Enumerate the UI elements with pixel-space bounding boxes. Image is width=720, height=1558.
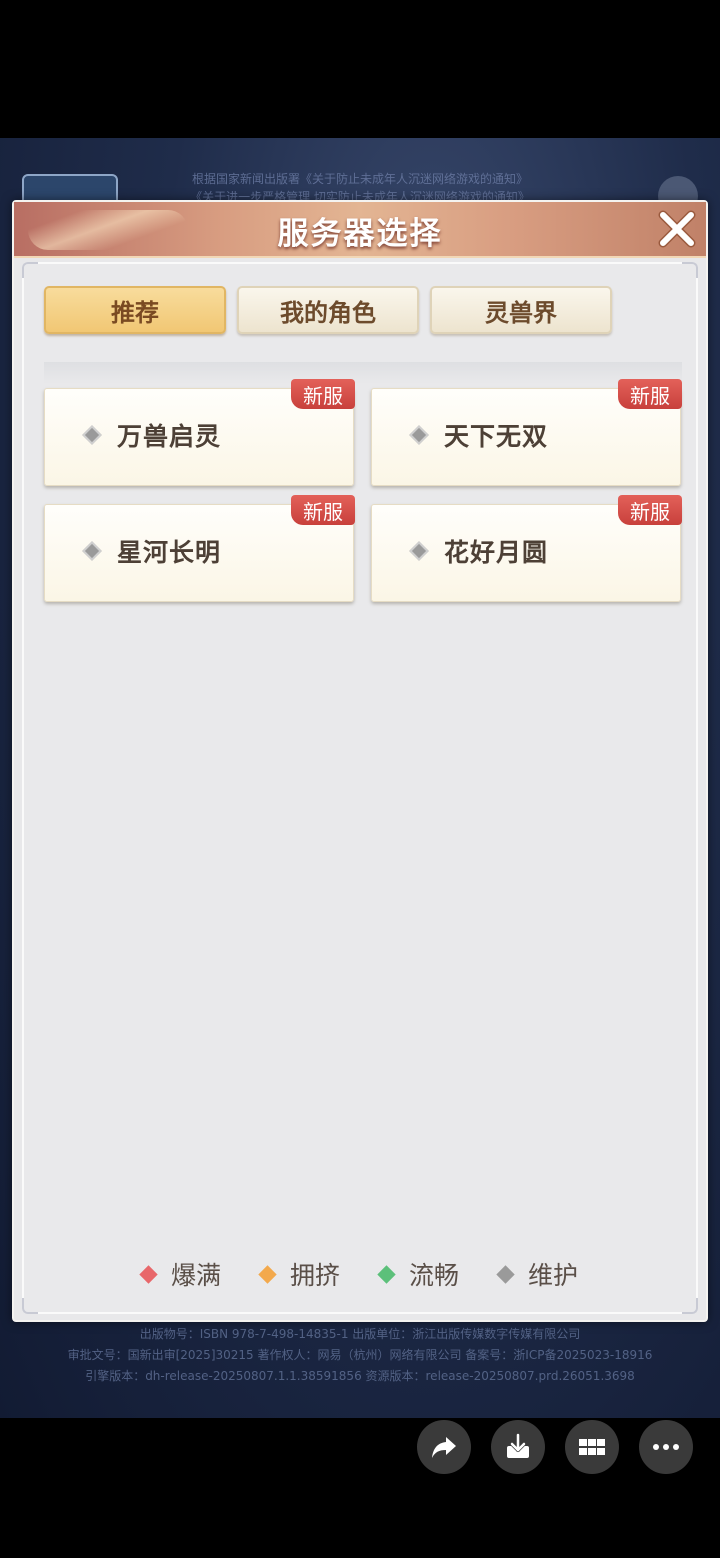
tab-spirit-beast-realm[interactable]: 灵兽界: [430, 286, 612, 334]
more-icon: [653, 1444, 679, 1450]
share-button[interactable]: [417, 1420, 471, 1474]
server-card[interactable]: 星河长明 新服: [44, 495, 355, 602]
download-button[interactable]: [491, 1420, 545, 1474]
new-server-badge: 新服: [291, 379, 355, 409]
apps-button[interactable]: [565, 1420, 619, 1474]
legend-item-full: 爆满: [139, 1256, 221, 1292]
legend-label: 爆满: [170, 1261, 221, 1290]
status-icon: [82, 541, 102, 561]
list-header-strip: [44, 362, 682, 384]
footer-line-3: 引擎版本：dh-release-20250807.1.1.38591856 资源…: [85, 1369, 635, 1383]
server-card[interactable]: 万兽启灵 新服: [44, 379, 355, 486]
status-icon: [409, 425, 429, 445]
server-card[interactable]: 天下无双 新服: [371, 379, 682, 486]
notice-line-1: 根据国家新闻出版署《关于防止未成年人沉迷网络游戏的通知》: [191, 172, 528, 186]
status-icon: [409, 541, 429, 561]
server-name: 天下无双: [444, 422, 549, 451]
download-icon: [507, 1433, 529, 1458]
diamond-icon: [496, 1264, 515, 1284]
server-name: 花好月圆: [444, 538, 549, 567]
dialog-title: 服务器选择: [277, 216, 443, 252]
legend-label: 流畅: [409, 1261, 460, 1290]
share-icon: [432, 1437, 456, 1458]
server-name: 星河长明: [117, 538, 222, 567]
background-footer: 出版物号：ISBN 978-7-498-14835-1 出版单位：浙江出版传媒数…: [0, 1324, 720, 1387]
new-server-badge: 新服: [618, 495, 682, 525]
corner-ornament: [682, 1298, 698, 1314]
more-button[interactable]: [639, 1420, 693, 1474]
new-server-badge: 新服: [618, 379, 682, 409]
server-card[interactable]: 花好月圆 新服: [371, 495, 682, 602]
legend-label: 维护: [528, 1261, 579, 1290]
tab-recommended[interactable]: 推荐: [44, 286, 226, 334]
legend-item-smooth: 流畅: [377, 1256, 460, 1292]
diamond-icon: [377, 1264, 396, 1284]
server-name: 万兽启灵: [117, 422, 222, 451]
corner-ornament: [22, 262, 38, 278]
server-select-dialog: 服务器选择 推荐 我的角色 灵兽界 万兽启灵 新服 天下无双 新服 星河长明 新…: [12, 200, 708, 1322]
new-server-badge: 新服: [291, 495, 355, 525]
legend-item-busy: 拥挤: [258, 1256, 340, 1292]
grid-icon: [579, 1439, 605, 1455]
footer-line-2: 审批文号：国新出审[2025]30215 著作权人：网易（杭州）网络有限公司 备…: [67, 1348, 653, 1362]
close-button[interactable]: [652, 206, 702, 252]
corner-ornament: [682, 262, 698, 278]
status-legend: 爆满 拥挤 流畅 维护: [24, 1256, 696, 1292]
server-panel: 推荐 我的角色 灵兽界 万兽启灵 新服 天下无双 新服 星河长明 新服 花好月圆…: [22, 262, 698, 1314]
legend-item-maintenance: 维护: [496, 1256, 579, 1292]
diamond-icon: [139, 1264, 158, 1284]
corner-ornament: [22, 1298, 38, 1314]
status-icon: [82, 425, 102, 445]
footer-line-1: 出版物号：ISBN 978-7-498-14835-1 出版单位：浙江出版传媒数…: [139, 1327, 581, 1341]
legend-label: 拥挤: [289, 1261, 340, 1290]
diamond-icon: [258, 1264, 277, 1284]
dialog-header: 服务器选择: [14, 202, 706, 258]
close-icon: [658, 210, 696, 248]
tab-my-characters[interactable]: 我的角色: [237, 286, 419, 334]
